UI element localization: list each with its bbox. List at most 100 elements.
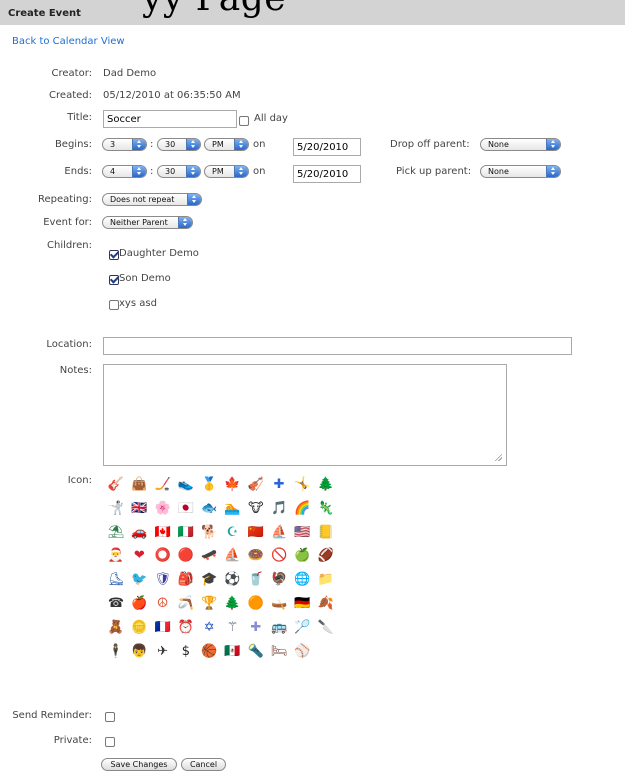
icon-option[interactable]: ⚚: [224, 619, 242, 637]
icon-option[interactable]: ⛸: [107, 571, 125, 589]
icon-option[interactable]: 🎓: [200, 571, 218, 589]
icon-option[interactable]: 🥤: [247, 571, 265, 589]
location-input[interactable]: [103, 337, 572, 355]
title-input[interactable]: [103, 110, 237, 128]
icon-option[interactable]: 🍩: [247, 547, 265, 565]
cancel-button[interactable]: Cancel: [181, 758, 226, 771]
ends-ampm-select[interactable]: PM: [204, 165, 249, 178]
private-checkbox[interactable]: [105, 737, 115, 747]
pickup-parent-select[interactable]: None: [480, 165, 561, 178]
icon-option[interactable]: 🚫: [270, 547, 288, 565]
icon-option[interactable]: ☪: [224, 524, 242, 542]
begins-ampm-select[interactable]: PM: [204, 138, 249, 151]
icon-option[interactable]: 📒: [317, 524, 335, 542]
icon-option[interactable]: 🔦: [247, 643, 265, 661]
icon-option[interactable]: 🐟: [200, 500, 218, 518]
icon-option[interactable]: 🪙: [130, 619, 148, 637]
icon-option[interactable]: 🇯🇵: [177, 500, 195, 518]
icon-option[interactable]: 🌸: [154, 500, 172, 518]
icon-option[interactable]: 🇩🇪: [293, 595, 311, 613]
icon-option[interactable]: 🇫🇷: [154, 619, 172, 637]
icon-option[interactable]: ⏰: [177, 619, 195, 637]
icon-option[interactable]: ⛵: [270, 524, 288, 542]
icon-option[interactable]: 🔴: [177, 547, 195, 565]
ends-hour-select[interactable]: 4: [102, 165, 147, 178]
icon-option[interactable]: 🌈: [293, 500, 311, 518]
icon-option[interactable]: ☮: [154, 595, 172, 613]
icon-option[interactable]: 🇺🇸: [293, 524, 311, 542]
icon-option[interactable]: 🎸: [107, 476, 125, 494]
notes-textarea[interactable]: [103, 364, 507, 466]
icon-option[interactable]: 🍂: [317, 595, 335, 613]
icon-option[interactable]: 🏆: [200, 595, 218, 613]
icon-option[interactable]: ⛱: [107, 524, 125, 542]
icon-option[interactable]: $: [177, 643, 195, 661]
icon-option[interactable]: 🕴: [107, 643, 125, 661]
icon-option[interactable]: 🧸: [107, 619, 125, 637]
icon-option[interactable]: ✚: [247, 619, 265, 637]
icon-option[interactable]: 🏒: [154, 476, 172, 494]
icon-option[interactable]: 🎵: [270, 500, 288, 518]
icon-option[interactable]: 🎒: [177, 571, 195, 589]
icon-option[interactable]: 🐮: [247, 500, 265, 518]
icon-option[interactable]: 🐕: [200, 524, 218, 542]
resize-grip-icon[interactable]: [494, 453, 502, 461]
icon-option[interactable]: 🏀: [200, 643, 218, 661]
icon-option[interactable]: 👜: [130, 476, 148, 494]
back-to-calendar-link[interactable]: Back to Calendar View: [12, 36, 125, 47]
icon-option[interactable]: 🏊: [224, 500, 242, 518]
icon-option[interactable]: 🛡: [154, 571, 172, 589]
icon-option[interactable]: ❤: [130, 547, 148, 565]
icon-option[interactable]: ⚽: [224, 571, 242, 589]
icon-option[interactable]: 📁: [317, 571, 335, 589]
icon-option[interactable]: 🟠: [247, 595, 265, 613]
icon-option[interactable]: 🦎: [317, 500, 335, 518]
icon-option[interactable]: 🔪: [317, 619, 335, 637]
icon-option[interactable]: 🍏: [293, 547, 311, 565]
icon-option[interactable]: ⚾: [293, 643, 311, 661]
icon-option[interactable]: 🦃: [270, 571, 288, 589]
icon-option[interactable]: 🇨🇳: [247, 524, 265, 542]
icon-option[interactable]: 👦: [130, 643, 148, 661]
icon-option[interactable]: 🍁: [224, 476, 242, 494]
ends-date-input[interactable]: [293, 165, 361, 183]
icon-option[interactable]: 🛶: [270, 595, 288, 613]
icon-option[interactable]: 🌐: [293, 571, 311, 589]
begins-minute-select[interactable]: 30: [157, 138, 201, 151]
icon-option[interactable]: 🪃: [177, 595, 195, 613]
icon-option[interactable]: 🛹: [200, 547, 218, 565]
icon-option[interactable]: 🎅: [107, 547, 125, 565]
child-checkbox-xys[interactable]: [109, 300, 119, 310]
icon-option[interactable]: 🇨🇦: [154, 524, 172, 542]
icon-option[interactable]: 🚗: [130, 524, 148, 542]
icon-option[interactable]: 🛏: [270, 643, 288, 661]
child-checkbox-daughter[interactable]: [109, 250, 119, 260]
icon-option[interactable]: 🌲: [317, 476, 335, 494]
icon-option[interactable]: 🚌: [270, 619, 288, 637]
begins-date-input[interactable]: [293, 138, 361, 156]
send-reminder-checkbox[interactable]: [105, 712, 115, 722]
icon-option[interactable]: ✚: [270, 476, 288, 494]
icon-option[interactable]: ⛵: [224, 547, 242, 565]
repeating-select[interactable]: Does not repeat: [102, 193, 202, 206]
icon-option[interactable]: 🌲: [224, 595, 242, 613]
dropoff-parent-select[interactable]: None: [480, 138, 561, 151]
icon-option[interactable]: 🥇: [200, 476, 218, 494]
icon-option[interactable]: ⭕: [154, 547, 172, 565]
icon-option[interactable]: 🇲🇽: [224, 643, 242, 661]
icon-option[interactable]: 🍎: [130, 595, 148, 613]
icon-option[interactable]: 🐦: [130, 571, 148, 589]
event-for-select[interactable]: Neither Parent: [102, 216, 193, 229]
icon-option[interactable]: 🏸: [293, 619, 311, 637]
ends-minute-select[interactable]: 30: [157, 165, 201, 178]
icon-option[interactable]: ✡: [200, 619, 218, 637]
icon-option[interactable]: 🎻: [247, 476, 265, 494]
child-checkbox-son[interactable]: [109, 275, 119, 285]
icon-option[interactable]: ☎: [107, 595, 125, 613]
save-changes-button[interactable]: Save Changes: [101, 758, 177, 771]
begins-hour-select[interactable]: 3: [102, 138, 147, 151]
icon-option[interactable]: 🏈: [317, 547, 335, 565]
icon-option[interactable]: 🤸: [293, 476, 311, 494]
icon-option[interactable]: 🤺: [107, 500, 125, 518]
allday-checkbox[interactable]: [239, 116, 249, 126]
